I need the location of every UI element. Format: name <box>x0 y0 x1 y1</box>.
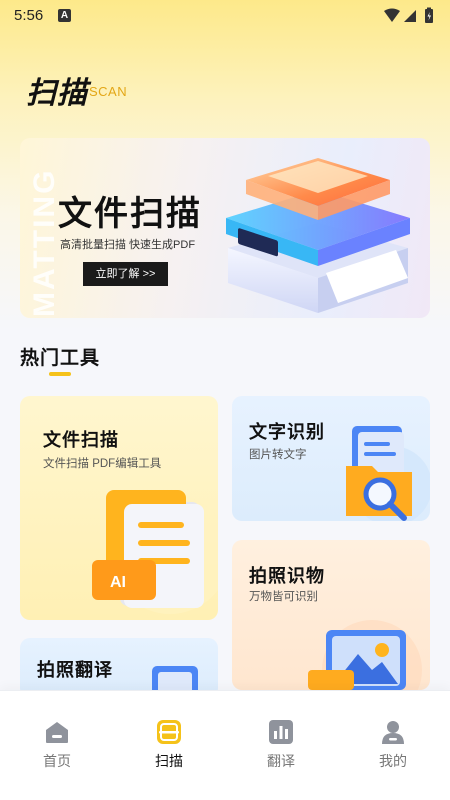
status-time: 5:56 <box>14 7 44 24</box>
banner-title: 文件扫描 <box>58 195 202 233</box>
scan-icon <box>157 720 181 744</box>
nav-item-scan[interactable]: 扫描 <box>139 719 199 779</box>
home-icon <box>46 722 68 743</box>
section-title: 热门工具 <box>20 348 101 369</box>
card-title: 拍照识物 <box>249 566 325 586</box>
card-desc: 万物皆可识别 <box>249 591 318 603</box>
photo-translate-card[interactable]: 拍照翻译 <box>20 638 218 698</box>
ai-badge-label: AI <box>110 574 126 591</box>
card-desc: 图片转文字 <box>249 449 307 461</box>
nav-item-home[interactable]: 首页 <box>27 719 87 779</box>
text-recognition-card[interactable]: 文字识别 图片转文字 <box>232 396 430 521</box>
battery-icon <box>425 7 433 23</box>
banner-watermark: MATTING <box>28 168 61 317</box>
status-bar: 5:56 A <box>0 0 450 32</box>
status-icons <box>384 7 433 23</box>
translate-icon <box>269 720 293 744</box>
nav-label: 首页 <box>43 753 71 769</box>
banner-subtitle: 高清批量扫描 快速生成PDF <box>60 239 196 251</box>
scanner-illustration-icon <box>226 158 410 313</box>
ai-document-icon <box>92 490 218 614</box>
file-scan-card[interactable]: 文件扫描 文件扫描 PDF编辑工具 AI <box>20 396 218 620</box>
photo-recognition-card[interactable]: 拍照识物 万物皆可识别 <box>232 540 430 690</box>
notification-badge: A <box>58 9 71 22</box>
signal-icon <box>404 10 416 22</box>
nav-label: 我的 <box>379 753 407 769</box>
card-title: 拍照翻译 <box>37 660 113 680</box>
promo-banner[interactable]: MATTING 文件扫描 高清批量扫描 快速生成PDF 立即了解 >> <box>20 138 430 318</box>
profile-icon <box>382 721 404 744</box>
card-title: 文字识别 <box>249 422 325 442</box>
image-icon <box>308 620 422 690</box>
card-desc: 文件扫描 PDF编辑工具 <box>43 458 162 470</box>
folder-search-icon <box>346 426 430 521</box>
nav-label: 翻译 <box>267 753 295 769</box>
nav-label: 扫描 <box>155 753 183 769</box>
card-title: 文件扫描 <box>43 430 119 450</box>
learn-more-button[interactable]: 立即了解 >> <box>83 262 168 286</box>
nav-item-translate[interactable]: 翻译 <box>251 719 311 779</box>
nav-item-profile[interactable]: 我的 <box>363 719 423 779</box>
section-underline <box>49 372 71 376</box>
page-subtitle: SCAN <box>89 84 128 99</box>
page-title: 扫描 <box>26 77 88 110</box>
wifi-icon <box>384 8 400 22</box>
bottom-nav: 首页 扫描 翻译 我的 <box>0 690 450 800</box>
